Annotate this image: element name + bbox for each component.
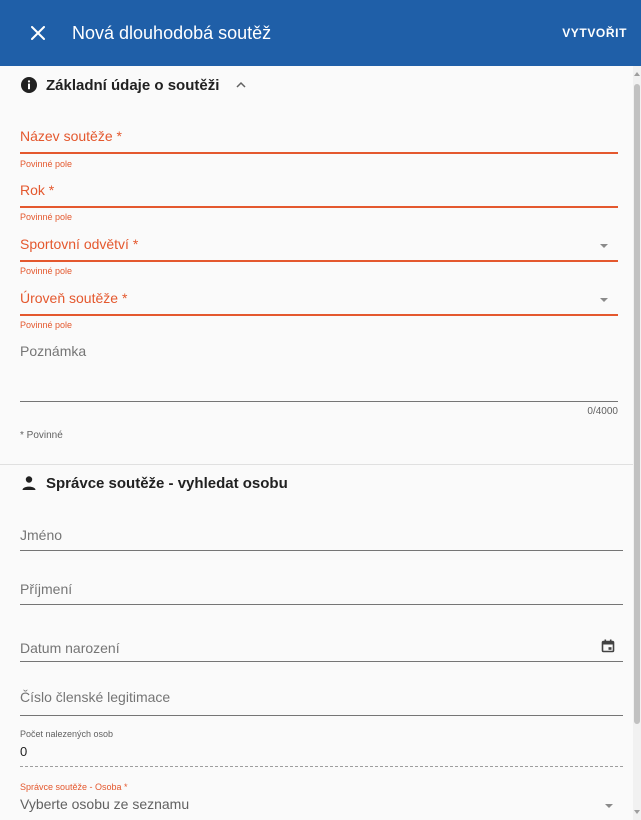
section-divider <box>0 464 633 465</box>
note-label: Poznámka <box>20 343 87 359</box>
note-char-counter: 0/4000 <box>587 406 618 417</box>
close-button[interactable] <box>18 13 58 53</box>
note-textarea[interactable]: Poznámka <box>20 342 618 404</box>
form-scroll-area[interactable]: Základní údaje o soutěži Název soutěže *… <box>0 66 641 820</box>
birth-date-input[interactable]: Datum narození <box>20 634 623 662</box>
competition-name-field[interactable]: Název soutěže * <box>20 124 618 154</box>
section-admin-header: Správce soutěže - vyhledat osobu <box>20 474 288 492</box>
birth-date-label: Datum narození <box>20 640 120 656</box>
person-select[interactable]: Správce soutěže - Osoba * Vyberte osobu … <box>20 782 623 818</box>
sport-select[interactable]: Sportovní odvětví * <box>20 232 618 262</box>
required-note: * Povinné <box>20 430 63 441</box>
member-id-label: Číslo členské legitimace <box>20 689 171 705</box>
sport-underline <box>20 260 618 262</box>
section-basic-title: Základní údaje o soutěži <box>46 76 220 94</box>
person-select-label: Správce soutěže - Osoba * <box>20 782 128 792</box>
calendar-icon[interactable] <box>601 639 615 653</box>
chevron-up-icon[interactable] <box>233 77 249 93</box>
found-count-dashed-line <box>20 766 623 767</box>
dialog-header: Nová dlouhodobá soutěž VYTVOŘIT <box>0 0 641 66</box>
last-name-label: Příjmení <box>20 581 73 597</box>
close-icon <box>31 26 45 40</box>
person-icon <box>20 474 38 492</box>
section-admin-title: Správce soutěže - vyhledat osobu <box>46 474 288 492</box>
level-select[interactable]: Úroveň soutěže * <box>20 286 618 316</box>
competition-name-underline <box>20 152 618 154</box>
competition-name-error: Povinné pole <box>20 159 73 169</box>
first-name-label: Jméno <box>20 527 63 543</box>
form-content: Základní údaje o soutěži Název soutěže *… <box>0 66 633 820</box>
competition-name-label: Název soutěže * <box>20 128 122 144</box>
member-id-underline <box>20 715 623 716</box>
found-count-label: Počet nalezených osob <box>20 729 114 739</box>
last-name-underline <box>20 604 623 605</box>
first-name-underline <box>20 550 623 551</box>
last-name-input[interactable]: Příjmení <box>20 578 623 606</box>
member-id-input[interactable]: Číslo členské legitimace <box>20 686 623 718</box>
dialog-title: Nová dlouhodobá soutěž <box>72 22 272 43</box>
year-error: Povinné pole <box>20 212 73 222</box>
dropdown-arrow-icon <box>600 244 608 248</box>
year-underline <box>20 206 618 208</box>
create-button[interactable]: VYTVOŘIT <box>562 26 627 40</box>
scrollbar-thumb[interactable] <box>634 84 640 724</box>
level-label: Úroveň soutěže * <box>20 290 128 306</box>
found-count-value: 0 <box>20 744 28 759</box>
year-label: Rok * <box>20 182 55 198</box>
scroll-up-arrow-icon[interactable] <box>634 72 640 76</box>
sport-error: Povinné pole <box>20 266 73 276</box>
dropdown-arrow-icon <box>600 298 608 302</box>
sport-label: Sportovní odvětví * <box>20 236 139 252</box>
scroll-down-arrow-icon[interactable] <box>634 810 640 814</box>
person-select-placeholder: Vyberte osobu ze seznamu <box>20 796 190 812</box>
year-field[interactable]: Rok * <box>20 178 618 208</box>
section-basic-header[interactable]: Základní údaje o soutěži <box>20 76 249 94</box>
dropdown-arrow-icon <box>605 804 613 808</box>
birth-date-underline <box>20 661 623 662</box>
scrollbar[interactable] <box>633 66 641 820</box>
info-icon <box>20 76 38 94</box>
level-underline <box>20 314 618 316</box>
first-name-input[interactable]: Jméno <box>20 524 623 552</box>
note-underline <box>20 401 618 402</box>
level-error: Povinné pole <box>20 320 73 330</box>
